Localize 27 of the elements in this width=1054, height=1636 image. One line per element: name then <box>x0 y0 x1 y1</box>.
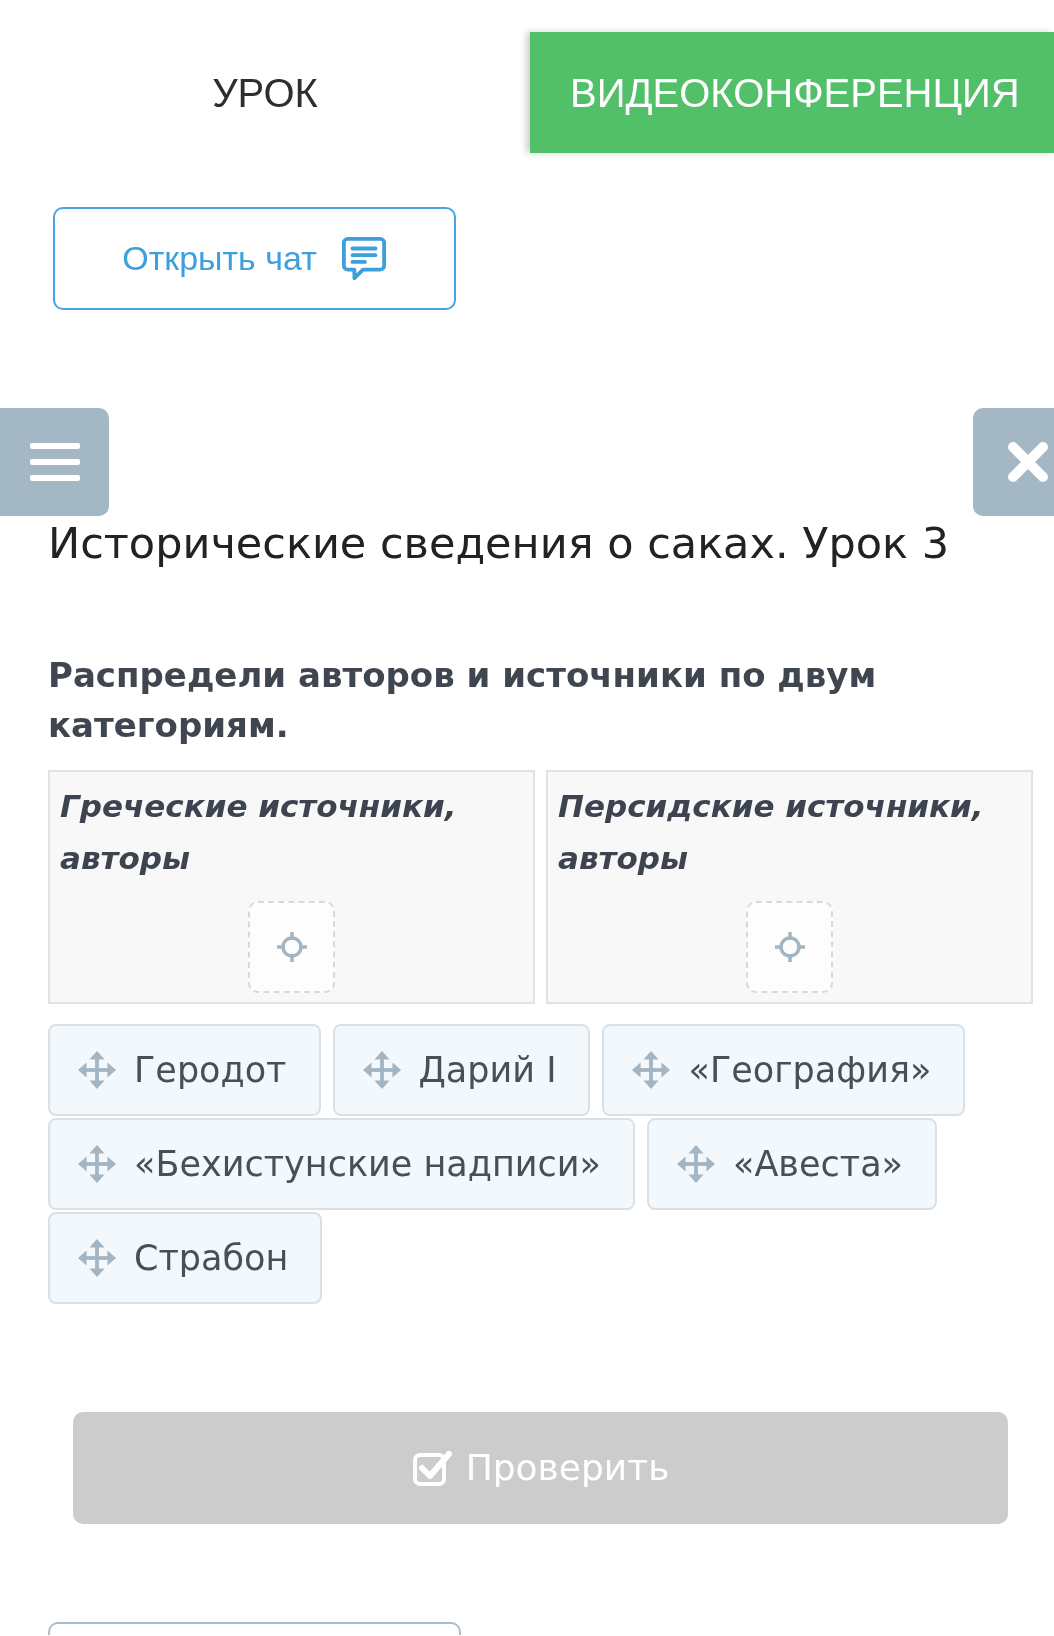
drop-zone[interactable] <box>248 901 335 993</box>
crosshair-icon <box>773 931 806 963</box>
close-button[interactable] <box>973 408 1054 516</box>
task-instruction: Распредели авторов и источники по двум категориям. <box>48 654 878 747</box>
move-icon <box>78 1051 116 1089</box>
move-icon <box>78 1239 116 1277</box>
checkbox-tick-icon <box>411 1448 452 1488</box>
category-title: Греческие источники, авторы <box>60 787 458 878</box>
crosshair-icon <box>275 931 308 963</box>
drop-zone[interactable] <box>746 901 833 993</box>
tab[interactable]: УРОК <box>206 58 324 127</box>
close-icon <box>1008 442 1048 482</box>
drag-tile[interactable]: «Авеста» <box>647 1118 937 1210</box>
move-icon <box>78 1145 116 1183</box>
chat-icon <box>340 235 387 282</box>
lesson-title: Исторические сведения о саках. Урок 3 <box>48 517 950 570</box>
drag-tile[interactable]: Геродот <box>48 1024 321 1116</box>
category-title: Персидские источники, авторы <box>558 787 985 878</box>
drag-tile[interactable]: Дарий I <box>332 1024 591 1116</box>
drag-tile[interactable]: «Бехистунские надписи» <box>48 1118 635 1210</box>
move-icon <box>677 1145 715 1183</box>
menu-button[interactable] <box>0 408 109 516</box>
move-icon <box>632 1051 671 1089</box>
menu-icon <box>29 443 80 481</box>
drag-tile[interactable]: Страбон <box>48 1212 323 1304</box>
move-icon <box>362 1051 401 1089</box>
drag-tile[interactable]: «География» <box>602 1024 966 1116</box>
